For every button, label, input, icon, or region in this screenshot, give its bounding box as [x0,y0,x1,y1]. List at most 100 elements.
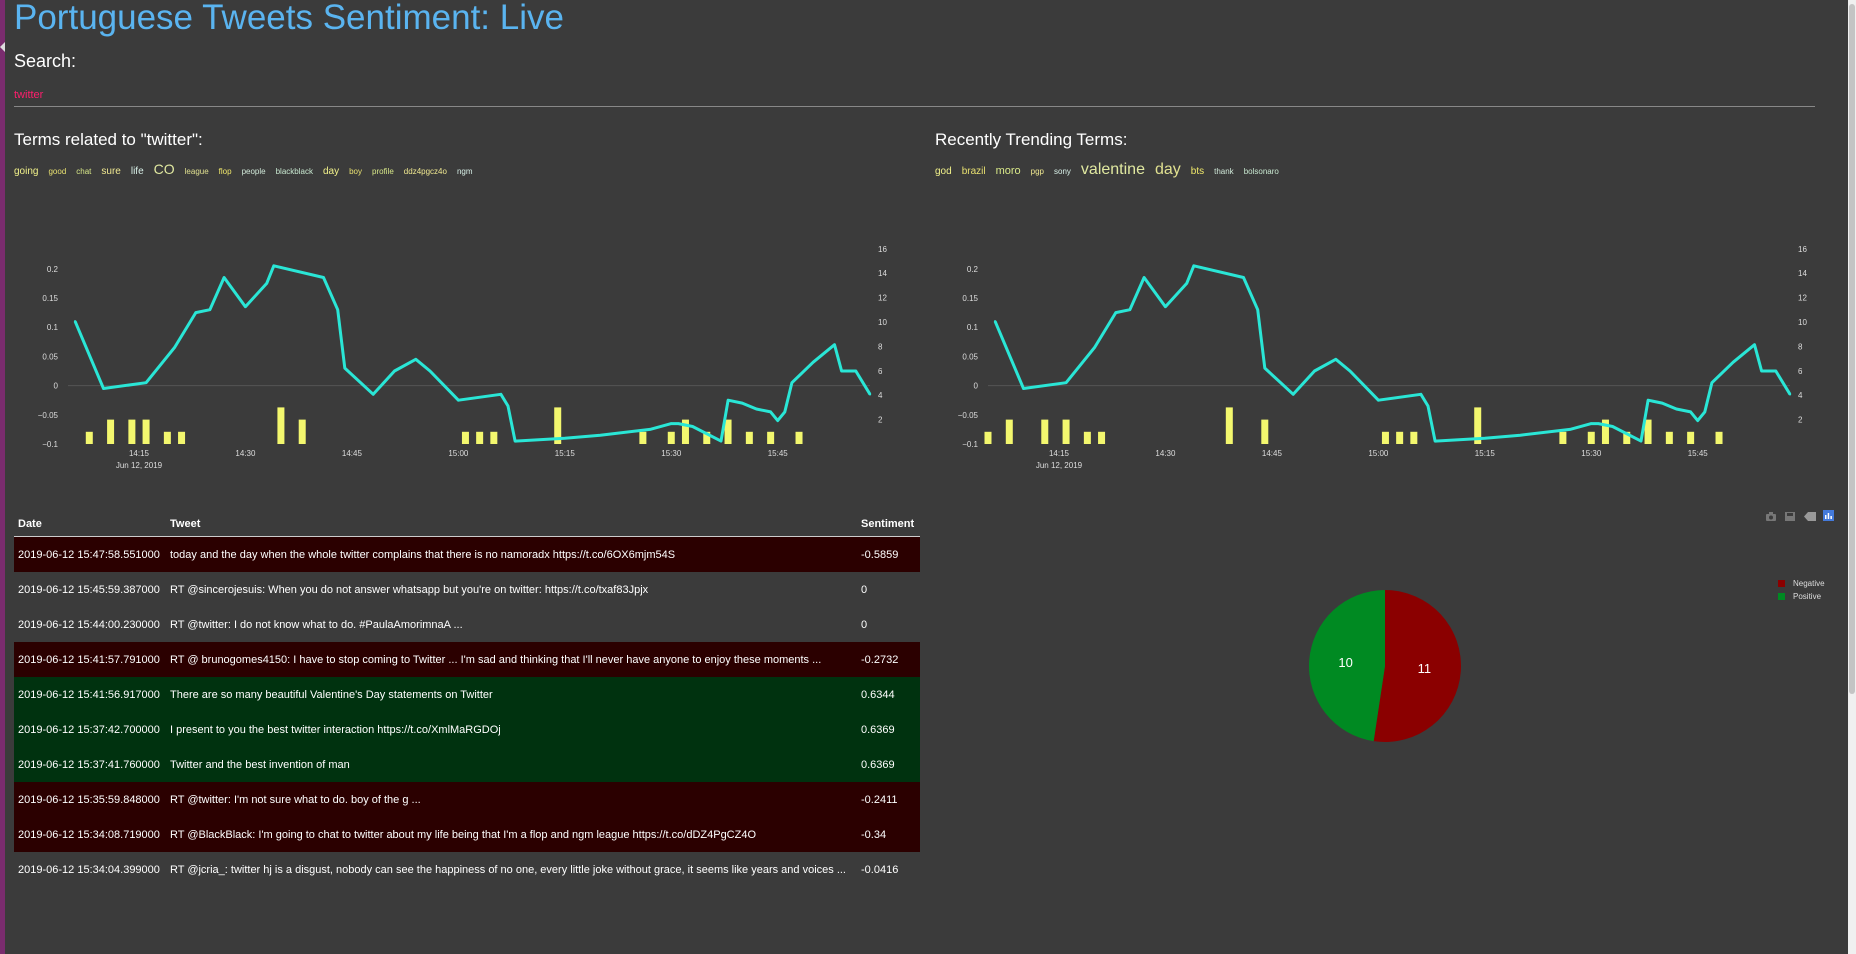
related-term-league[interactable]: league [185,167,209,176]
sentiment-point[interactable] [755,407,758,411]
sentiment-point[interactable] [428,369,432,373]
sentiment-point[interactable] [1732,361,1735,364]
sentiment-point[interactable] [1703,410,1707,414]
sentiment-point[interactable] [1433,439,1437,443]
sentiment-point[interactable] [173,346,176,349]
sentiment-point[interactable] [769,410,772,414]
related-term-life[interactable]: life [131,166,144,177]
bar-mark[interactable] [667,431,675,444]
sentiment-point[interactable] [833,343,836,346]
hover-compare-icon[interactable] [1804,508,1816,521]
sentiment-point[interactable] [208,308,212,311]
bar-mark[interactable] [1005,419,1013,444]
bar-mark[interactable] [1041,419,1049,444]
sentiment-point[interactable] [1753,343,1756,346]
sentiment-point[interactable] [648,428,652,431]
sentiment-point[interactable] [457,398,460,402]
bar-mark[interactable] [85,431,93,444]
sentiment-point[interactable] [854,369,858,373]
sentiment-point[interactable] [670,422,673,425]
sentiment-point[interactable] [599,434,602,437]
sentiment-point[interactable] [1639,439,1643,443]
trending-term-valentine[interactable]: valentine [1081,161,1145,179]
collapse-arrow-icon[interactable] [0,42,5,52]
bar-mark[interactable] [745,431,753,444]
related-term-flop[interactable]: flop [219,167,232,176]
sentiment-point[interactable] [868,393,872,396]
sentiment-point[interactable] [1164,305,1167,308]
sentiment-point[interactable] [102,387,105,390]
sentiment-point[interactable] [1646,398,1650,402]
bar-mark[interactable] [476,431,484,444]
sentiment-point[interactable] [1242,276,1245,279]
sentiment-point[interactable] [1348,369,1352,373]
sentiment-point[interactable] [783,410,787,414]
related-term-blackblack[interactable]: blackblack [276,167,313,176]
sentiment-point[interactable] [1483,436,1487,440]
bar-mark[interactable] [1559,431,1567,444]
bar-mark[interactable] [107,419,115,444]
sentiment-point[interactable] [1710,381,1714,384]
bar-mark[interactable] [1687,431,1695,444]
trending-term-brazil[interactable]: brazil [962,166,986,177]
bar-mark[interactable] [639,431,647,444]
camera-icon[interactable] [1766,508,1776,521]
sentiment-point[interactable] [513,439,517,443]
sentiment-point[interactable] [1661,401,1664,405]
search-input[interactable] [14,84,1815,107]
sentiment-point[interactable] [790,381,794,384]
sentiment-point[interactable] [393,369,396,373]
sentiment-point[interactable] [1313,369,1316,373]
sentiment-point[interactable] [506,404,510,408]
sentiment-point[interactable] [1696,419,1699,422]
sentiment-point[interactable] [1611,425,1614,428]
sentiment-point[interactable] [336,308,339,311]
sentiment-point[interactable] [144,381,148,384]
bar-mark[interactable] [128,419,136,444]
sentiment-point[interactable] [73,320,77,323]
sentiment-line[interactable] [993,264,1792,443]
related-term-co[interactable]: CO [154,161,175,177]
sentiment-point[interactable] [1689,410,1692,414]
sentiment-point[interactable] [1519,434,1522,437]
sentiment-point[interactable] [563,436,567,440]
bar-mark[interactable] [1083,431,1091,444]
trending-term-sony[interactable]: sony [1054,167,1071,176]
sentiment-point[interactable] [1334,358,1337,361]
related-term-ddz4pgcz4o[interactable]: ddz4pgcz4o [404,167,447,176]
bar-mark[interactable] [142,419,150,444]
sentiment-point[interactable] [1675,407,1678,411]
related-term-boy[interactable]: boy [349,167,362,176]
legend-item-positive[interactable]: Positive [1778,590,1825,603]
sentiment-point[interactable] [1774,369,1778,373]
sentiment-pie-chart[interactable]: 11 10 [1270,566,1470,766]
bar-mark[interactable] [1381,431,1389,444]
sentiment-point[interactable] [1568,428,1572,431]
bar-mark[interactable] [163,431,171,444]
trending-term-thank[interactable]: thank [1214,167,1234,176]
sentiment-point[interactable] [993,320,997,323]
bar-mark[interactable] [1396,431,1404,444]
bar-mark[interactable] [490,431,498,444]
trending-term-bolsonaro[interactable]: bolsonaro [1244,167,1279,176]
sentiment-point[interactable] [222,276,226,279]
sentiment-point[interactable] [840,369,843,373]
bar-mark[interactable] [298,419,306,444]
sentiment-point[interactable] [1128,308,1132,311]
plotly-logo-icon[interactable] [1823,508,1834,521]
sentiment-point[interactable] [499,393,503,396]
sentiment-point[interactable] [1142,276,1146,279]
sentiment-point[interactable] [741,401,744,405]
sentiment-point[interactable] [1185,282,1188,285]
trending-term-moro[interactable]: moro [996,165,1021,177]
related-term-sure[interactable]: sure [101,166,120,177]
save-icon[interactable] [1785,508,1795,521]
sentiment-point[interactable] [1597,422,1600,425]
related-term-people[interactable]: people [242,167,266,176]
sentiment-point[interactable] [1426,404,1430,408]
bar-mark[interactable] [1587,431,1595,444]
sentiment-point[interactable] [1788,393,1792,396]
bar-mark[interactable] [277,407,285,444]
scrollbar-thumb[interactable] [1849,4,1855,694]
related-term-going[interactable]: going [14,166,38,177]
